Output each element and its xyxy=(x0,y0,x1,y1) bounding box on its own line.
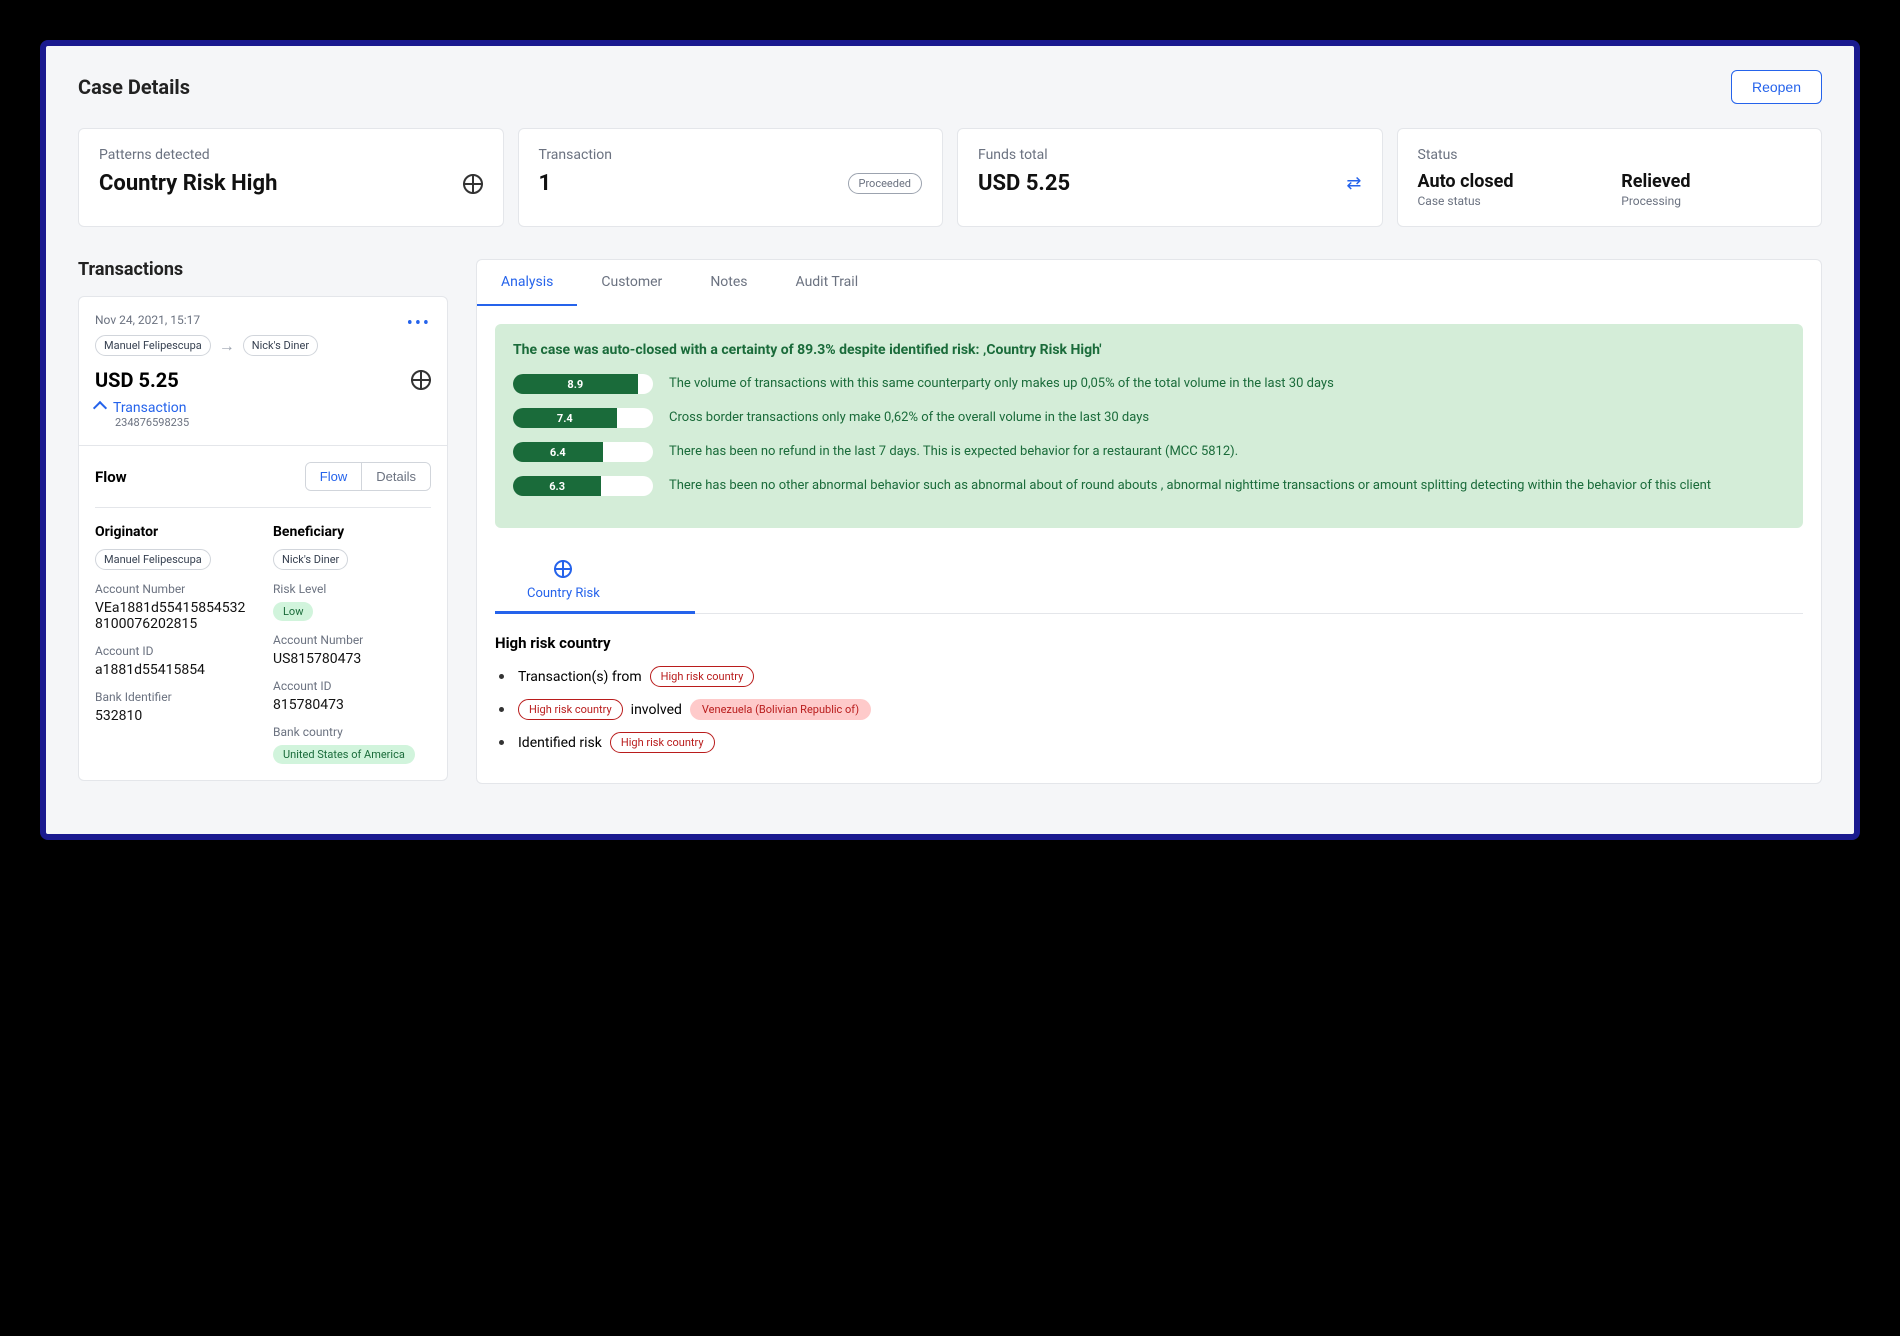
score-text: The volume of transactions with this sam… xyxy=(669,374,1334,394)
bullet-icon xyxy=(499,707,504,712)
tab-analysis[interactable]: Analysis xyxy=(477,260,577,306)
score-fill: 7.4 xyxy=(513,408,617,428)
score-bar: 6.4 xyxy=(513,442,653,462)
originator-title: Originator xyxy=(95,524,253,540)
transfer-icon: ⇄ xyxy=(1346,173,1361,194)
hrc-pill: High risk country xyxy=(650,666,755,687)
benef-acct-num: US815780473 xyxy=(273,651,431,667)
globe-icon xyxy=(411,370,431,390)
score-fill: 6.3 xyxy=(513,476,601,496)
benef-acct-num-label: Account Number xyxy=(273,633,431,647)
transaction-collapse[interactable]: Transaction xyxy=(95,400,431,416)
patterns-label: Patterns detected xyxy=(99,147,483,163)
benef-acct-id-label: Account ID xyxy=(273,679,431,693)
proceeded-badge: Proceeded xyxy=(848,173,923,194)
arrow-icon: → xyxy=(219,336,235,356)
case-status-value: Auto closed xyxy=(1418,171,1598,192)
score-row: 7.4 Cross border transactions only make 0… xyxy=(513,408,1785,428)
risk-detail-title: High risk country xyxy=(495,634,1803,652)
beneficiary-section: Beneficiary Nick's Diner Risk Level Low … xyxy=(273,524,431,764)
risk-line1-text: Transaction(s) from xyxy=(518,669,642,685)
risk-item: Identified risk High risk country xyxy=(495,732,1803,753)
orig-acct-num: VEa1881d554158545328100076202815 xyxy=(95,600,253,632)
beneficiary-title: Beneficiary xyxy=(273,524,431,540)
benef-risk-label: Risk Level xyxy=(273,582,431,596)
risk-tab-country[interactable]: Country Risk xyxy=(495,548,632,613)
score-fill: 6.4 xyxy=(513,442,603,462)
more-icon[interactable]: ••• xyxy=(407,313,431,334)
beneficiary-pill[interactable]: Nick's Diner xyxy=(273,549,348,570)
page-title: Case Details xyxy=(78,75,190,99)
orig-bank-id: 532810 xyxy=(95,708,253,724)
processing-sub: Processing xyxy=(1621,194,1801,208)
flow-toggle: Flow Details xyxy=(305,462,431,491)
orig-acct-id: a1881d55415854 xyxy=(95,662,253,678)
status-label: Status xyxy=(1418,147,1802,163)
tab-customer[interactable]: Customer xyxy=(577,260,686,306)
orig-acct-num-label: Account Number xyxy=(95,582,253,596)
funds-value: USD 5.25 xyxy=(978,171,1070,196)
risk-tab-underline xyxy=(495,611,695,614)
patterns-card: Patterns detected Country Risk High xyxy=(78,128,504,227)
analysis-summary-box: The case was auto-closed with a certaint… xyxy=(495,324,1803,528)
transaction-item: Nov 24, 2021, 15:17 Manuel Felipescupa →… xyxy=(78,296,448,781)
status-card: Status Auto closed Case status Relieved … xyxy=(1397,128,1823,227)
globe-icon xyxy=(463,174,483,194)
collapse-label: Transaction xyxy=(113,400,187,416)
benef-risk-pill: Low xyxy=(273,602,313,621)
benef-bank-country-label: Bank country xyxy=(273,725,431,739)
transaction-amount: USD 5.25 xyxy=(95,368,179,392)
score-row: 8.9 The volume of transactions with this … xyxy=(513,374,1785,394)
patterns-value: Country Risk High xyxy=(99,171,277,196)
tab-audit[interactable]: Audit Trail xyxy=(772,260,883,306)
risk-item: High risk country involved Venezuela (Bo… xyxy=(495,699,1803,720)
details-tab-button[interactable]: Details xyxy=(362,463,430,490)
score-text: There has been no other abnormal behavio… xyxy=(669,476,1711,496)
risk-tab-label: Country Risk xyxy=(527,586,600,601)
transaction-id: 234876598235 xyxy=(115,416,431,429)
risk-line2-text: involved xyxy=(631,702,682,718)
analysis-tabs: Analysis Customer Notes Audit Trail xyxy=(476,259,1822,306)
score-row: 6.4 There has been no refund in the last … xyxy=(513,442,1785,462)
flow-title: Flow xyxy=(95,468,127,486)
bullet-icon xyxy=(499,674,504,679)
benef-bank-country-pill: United States of America xyxy=(273,745,415,764)
originator-pill[interactable]: Manuel Felipescupa xyxy=(95,549,211,570)
hrc-pill: High risk country xyxy=(610,732,715,753)
processing-value: Relieved xyxy=(1621,171,1801,192)
transaction-value: 1 xyxy=(539,171,552,196)
globe-icon xyxy=(554,560,572,578)
risk-item: Transaction(s) from High risk country xyxy=(495,666,1803,687)
risk-line3-text: Identified risk xyxy=(518,735,602,751)
funds-card: Funds total USD 5.25 ⇄ xyxy=(957,128,1383,227)
hrc-pill: High risk country xyxy=(518,699,623,720)
funds-label: Funds total xyxy=(978,147,1362,163)
from-pill[interactable]: Manuel Felipescupa xyxy=(95,335,211,356)
tab-notes[interactable]: Notes xyxy=(686,260,771,306)
transaction-date: Nov 24, 2021, 15:17 xyxy=(95,313,318,327)
reopen-button[interactable]: Reopen xyxy=(1731,70,1822,104)
to-pill[interactable]: Nick's Diner xyxy=(243,335,318,356)
transactions-title: Transactions xyxy=(78,259,448,280)
transaction-label: Transaction xyxy=(539,147,923,163)
originator-section: Originator Manuel Felipescupa Account Nu… xyxy=(95,524,253,764)
bullet-icon xyxy=(499,740,504,745)
chevron-up-icon xyxy=(93,401,107,415)
flow-tab-button[interactable]: Flow xyxy=(306,463,362,490)
orig-acct-id-label: Account ID xyxy=(95,644,253,658)
score-bar: 8.9 xyxy=(513,374,653,394)
analysis-summary-title: The case was auto-closed with a certaint… xyxy=(513,342,1785,358)
score-text: There has been no refund in the last 7 d… xyxy=(669,442,1238,462)
score-row: 6.3 There has been no other abnormal beha… xyxy=(513,476,1785,496)
score-bar: 6.3 xyxy=(513,476,653,496)
benef-acct-id: 815780473 xyxy=(273,697,431,713)
country-pill: Venezuela (Bolivian Republic of) xyxy=(690,699,871,720)
score-bar: 7.4 xyxy=(513,408,653,428)
orig-bank-id-label: Bank Identifier xyxy=(95,690,253,704)
score-text: Cross border transactions only make 0,62… xyxy=(669,408,1149,428)
transaction-card: Transaction 1 Proceeded xyxy=(518,128,944,227)
case-status-sub: Case status xyxy=(1418,194,1598,208)
score-fill: 8.9 xyxy=(513,374,638,394)
